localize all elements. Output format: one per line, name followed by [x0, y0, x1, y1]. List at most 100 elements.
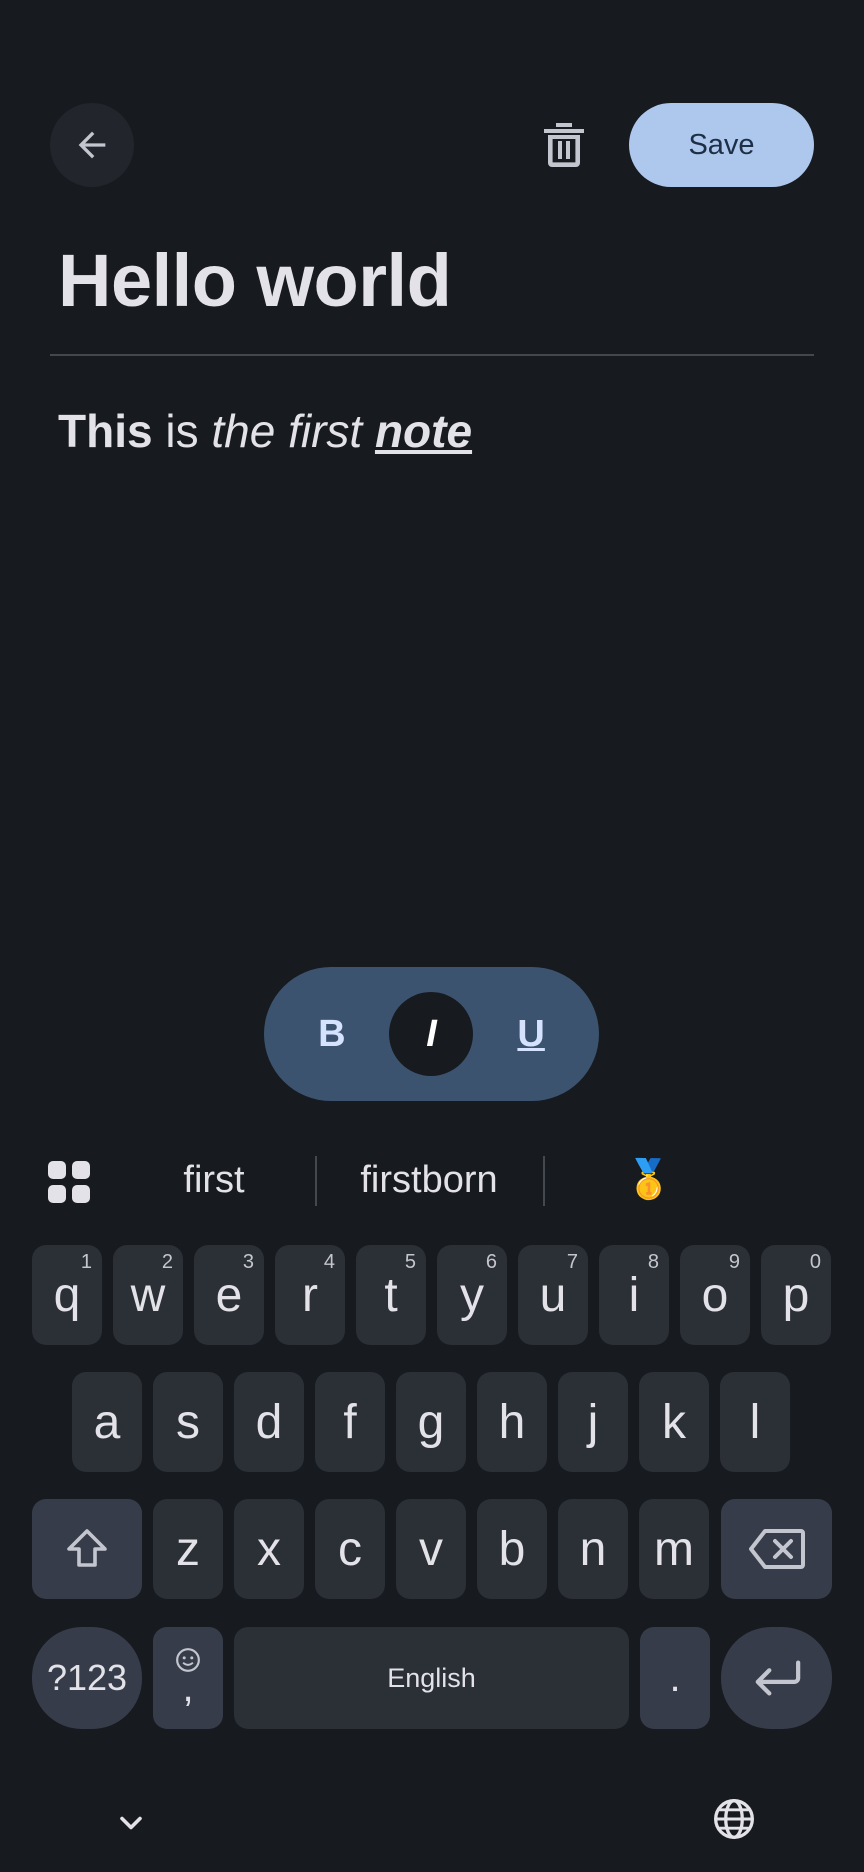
key-label: d: [255, 1395, 283, 1449]
key-hint: 6: [485, 1251, 497, 1273]
bold-italic-underline-text: note: [374, 405, 473, 457]
suggestion-strip: first firstborn 🥇: [0, 1144, 864, 1216]
format-toolbar: B I U: [264, 967, 599, 1101]
key-x[interactable]: x: [234, 1499, 304, 1599]
key-label: b: [498, 1522, 526, 1576]
key-o[interactable]: o9: [680, 1245, 750, 1345]
key-hint: 1: [80, 1251, 92, 1273]
key-label: c: [338, 1522, 362, 1576]
key-label: x: [257, 1522, 281, 1576]
key-label: r: [302, 1268, 318, 1322]
key-label: l: [749, 1395, 761, 1449]
back-button[interactable]: [50, 103, 134, 187]
key-i[interactable]: i8: [599, 1245, 669, 1345]
key-l[interactable]: l: [720, 1372, 790, 1472]
key-u[interactable]: u7: [518, 1245, 588, 1345]
italic-button[interactable]: I: [389, 992, 474, 1076]
key-t[interactable]: t5: [356, 1245, 426, 1345]
key-m[interactable]: m: [639, 1499, 709, 1599]
note-editor-screen: Save Hello world This is the first note …: [0, 0, 864, 1872]
key-hint: 8: [647, 1251, 659, 1273]
key-label: e: [215, 1268, 243, 1322]
key-a[interactable]: a: [72, 1372, 142, 1472]
arrow-back-icon: [78, 131, 106, 159]
plain-text: is: [152, 405, 212, 457]
key-c[interactable]: c: [315, 1499, 385, 1599]
key-f[interactable]: f: [315, 1372, 385, 1472]
key-v[interactable]: v: [396, 1499, 466, 1599]
key-h[interactable]: h: [477, 1372, 547, 1472]
save-button[interactable]: Save: [629, 103, 814, 187]
shift-key[interactable]: [32, 1499, 142, 1599]
hide-keyboard-chevron-icon[interactable]: [113, 1805, 149, 1841]
key-label: q: [53, 1268, 81, 1322]
key-z[interactable]: z: [153, 1499, 223, 1599]
key-hint: 2: [161, 1251, 173, 1273]
key-hint: 9: [728, 1251, 740, 1273]
shift-icon: [67, 1529, 107, 1567]
key-label: g: [417, 1395, 445, 1449]
key-label: z: [176, 1522, 200, 1576]
underline-button[interactable]: U: [489, 992, 573, 1076]
key-label: h: [498, 1395, 526, 1449]
trash-icon: [544, 123, 584, 167]
backspace-icon: [748, 1529, 805, 1569]
key-r[interactable]: r4: [275, 1245, 345, 1345]
comma-label: ,: [182, 1666, 194, 1710]
space-key[interactable]: English: [234, 1627, 629, 1729]
backspace-key[interactable]: [721, 1499, 832, 1599]
key-hint: 7: [566, 1251, 578, 1273]
key-e[interactable]: e3: [194, 1245, 264, 1345]
key-hint: 5: [404, 1251, 416, 1273]
bold-text: This: [58, 405, 153, 457]
key-label: o: [701, 1268, 729, 1322]
key-s[interactable]: s: [153, 1372, 223, 1472]
note-body-input[interactable]: This is the first note: [58, 404, 472, 458]
bold-button[interactable]: B: [290, 992, 374, 1076]
apps-grid-icon[interactable]: [48, 1161, 90, 1203]
key-hint: 3: [242, 1251, 254, 1273]
enter-key[interactable]: [721, 1627, 832, 1729]
key-label: w: [130, 1268, 166, 1322]
key-n[interactable]: n: [558, 1499, 628, 1599]
key-label: j: [587, 1395, 599, 1449]
key-k[interactable]: k: [639, 1372, 709, 1472]
suggestion-divider: [315, 1156, 317, 1206]
key-hint: 0: [809, 1251, 821, 1273]
enter-icon: [755, 1660, 800, 1696]
key-w[interactable]: w2: [113, 1245, 183, 1345]
key-label: s: [176, 1395, 200, 1449]
key-label: t: [384, 1268, 398, 1322]
title-divider: [50, 354, 814, 356]
italic-text: the first: [211, 405, 363, 457]
key-q[interactable]: q1: [32, 1245, 102, 1345]
key-hint: 4: [323, 1251, 335, 1273]
key-y[interactable]: y6: [437, 1245, 507, 1345]
suggestion-3-emoji[interactable]: 🥇: [596, 1144, 702, 1216]
note-title-input[interactable]: Hello world: [58, 238, 452, 323]
key-label: i: [628, 1268, 640, 1322]
key-g[interactable]: g: [396, 1372, 466, 1472]
period-key[interactable]: .: [640, 1627, 710, 1729]
key-label: p: [782, 1268, 810, 1322]
key-p[interactable]: p0: [761, 1245, 831, 1345]
key-d[interactable]: d: [234, 1372, 304, 1472]
key-label: a: [93, 1395, 121, 1449]
key-label: u: [539, 1268, 567, 1322]
emoji-comma-key[interactable]: ,: [153, 1627, 223, 1729]
key-j[interactable]: j: [558, 1372, 628, 1472]
delete-button[interactable]: [532, 113, 596, 177]
suggestion-1[interactable]: first: [140, 1144, 288, 1216]
globe-language-icon[interactable]: [712, 1797, 756, 1841]
plain-space: [362, 405, 375, 457]
symbols-key[interactable]: ?123: [32, 1627, 142, 1729]
key-label: f: [343, 1395, 357, 1449]
key-label: m: [654, 1522, 694, 1576]
key-label: n: [579, 1522, 607, 1576]
key-label: y: [460, 1268, 484, 1322]
suggestion-divider: [543, 1156, 545, 1206]
suggestion-2[interactable]: firstborn: [335, 1144, 523, 1216]
key-label: k: [662, 1395, 686, 1449]
key-label: v: [419, 1522, 443, 1576]
key-b[interactable]: b: [477, 1499, 547, 1599]
